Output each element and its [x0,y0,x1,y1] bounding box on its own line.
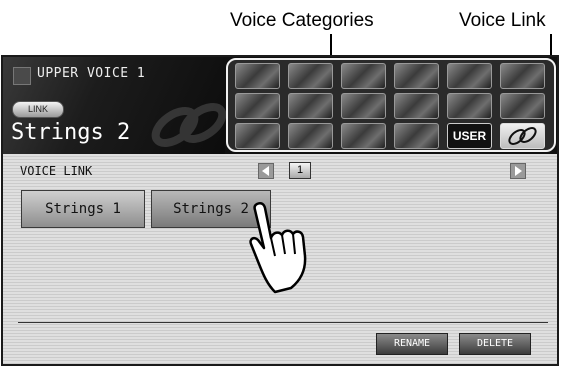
synth-keyboard-icon[interactable] [288,93,333,119]
linked-voice-button-1[interactable]: Strings 1 [21,190,145,228]
page-number: 1 [289,162,311,179]
voice-link-button[interactable] [500,123,545,149]
bell-icon[interactable] [235,123,280,149]
page-prev-button[interactable] [258,163,274,179]
guitar-icon[interactable] [447,93,492,119]
user-category-button[interactable]: USER [447,123,492,149]
page-next-button[interactable] [510,163,526,179]
bass-icon[interactable] [288,123,333,149]
delete-button[interactable]: DELETE [459,333,531,355]
voice-link-label: VOICE LINK [20,164,93,178]
chain-watermark-icon [151,103,227,147]
arrow-right-icon [515,166,522,176]
pointing-hand-icon [249,201,307,294]
part-indicator [13,67,31,85]
organ-icon[interactable] [341,93,386,119]
percussion-icon[interactable] [500,93,545,119]
keyboard-icon[interactable] [394,123,439,149]
voice-link-callout: Voice Link [459,10,546,31]
link-badge: LINK [12,101,64,118]
rename-button[interactable]: RENAME [376,333,448,355]
piano-icon[interactable] [394,93,439,119]
flute-icon[interactable] [394,63,439,89]
woodwind-icon[interactable] [447,63,492,89]
footer-divider [18,322,548,323]
drum-kit-icon[interactable] [341,123,386,149]
voice-categories-callout: Voice Categories [230,10,374,31]
arrow-left-icon [262,166,269,176]
strings-icon[interactable] [235,63,280,89]
part-label: UPPER VOICE 1 [37,66,146,81]
voice-link-icon [508,127,537,145]
harp-icon[interactable] [235,93,280,119]
brass-icon[interactable] [288,63,333,89]
choir-icon[interactable] [500,63,545,89]
header: UPPER VOICE 1 LINK Strings 2 USER [3,57,557,154]
current-voice-area: UPPER VOICE 1 LINK Strings 2 [3,57,227,154]
voice-category-grid: USER [226,58,556,152]
trumpet-icon[interactable] [341,63,386,89]
current-voice-name: Strings 2 [11,120,131,145]
